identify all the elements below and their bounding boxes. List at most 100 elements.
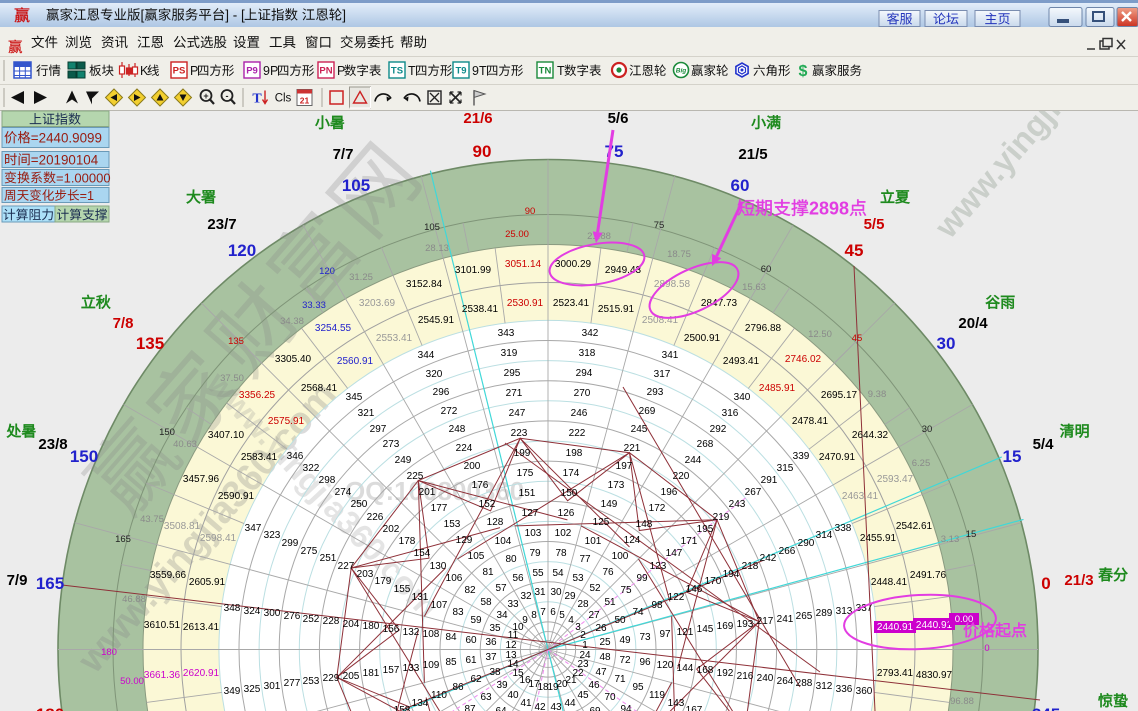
- svg-text:62: 62: [470, 674, 482, 685]
- svg-text:3457.96: 3457.96: [183, 474, 220, 485]
- svg-text:178: 178: [399, 536, 416, 547]
- svg-text:69: 69: [589, 706, 601, 711]
- svg-text:242: 242: [760, 553, 777, 564]
- svg-text:49: 49: [619, 635, 631, 646]
- svg-text:297: 297: [370, 424, 387, 435]
- svg-text:T9: T9: [455, 66, 466, 77]
- svg-text:104: 104: [495, 536, 512, 547]
- svg-text:96: 96: [639, 657, 651, 668]
- svg-text:TS: TS: [391, 66, 403, 77]
- svg-text:Big: Big: [676, 68, 687, 75]
- svg-text:37: 37: [485, 652, 497, 663]
- svg-text:346: 346: [287, 451, 304, 462]
- svg-text:194: 194: [723, 569, 740, 580]
- svg-text:21/6: 21/6: [463, 110, 492, 127]
- svg-text:9P: 9P: [263, 64, 278, 78]
- svg-text:2: 2: [580, 630, 586, 641]
- svg-text:320: 320: [426, 369, 443, 380]
- svg-text:8: 8: [531, 610, 537, 621]
- svg-text:227: 227: [338, 561, 355, 572]
- svg-text:179: 179: [375, 576, 392, 587]
- svg-text:341: 341: [662, 350, 679, 361]
- svg-text:218: 218: [742, 561, 759, 572]
- svg-text:2746.02: 2746.02: [785, 354, 822, 365]
- svg-text:T: T: [408, 64, 416, 78]
- svg-text:181: 181: [363, 668, 380, 679]
- svg-text:318: 318: [579, 348, 596, 359]
- svg-text:275: 275: [301, 546, 318, 557]
- svg-text:4: 4: [568, 615, 574, 626]
- svg-text:2613.41: 2613.41: [183, 622, 220, 633]
- svg-text:290: 290: [798, 538, 815, 549]
- svg-text:77: 77: [579, 554, 591, 565]
- svg-text:34: 34: [496, 610, 508, 621]
- svg-text:107: 107: [431, 600, 448, 611]
- svg-text:2560.91: 2560.91: [337, 356, 374, 367]
- svg-text:316: 316: [722, 408, 739, 419]
- svg-text:120: 120: [657, 660, 674, 671]
- svg-text:217: 217: [757, 616, 774, 627]
- svg-text:6.25: 6.25: [912, 458, 931, 469]
- svg-text:2583.41: 2583.41: [241, 452, 278, 463]
- svg-text:108: 108: [423, 629, 440, 640]
- svg-text:322: 322: [303, 463, 320, 474]
- svg-text:345: 345: [346, 392, 363, 403]
- svg-text:128: 128: [487, 517, 504, 528]
- svg-text:360: 360: [856, 686, 873, 697]
- svg-text:158: 158: [394, 705, 411, 711]
- svg-text:105: 105: [424, 222, 440, 233]
- svg-text:131: 131: [412, 592, 429, 603]
- svg-text:124: 124: [624, 535, 641, 546]
- svg-text:30: 30: [922, 424, 933, 435]
- svg-text:15.63: 15.63: [742, 282, 766, 293]
- svg-text:201: 201: [419, 487, 436, 498]
- svg-text:129: 129: [456, 535, 473, 546]
- svg-text:2796.88: 2796.88: [745, 323, 782, 334]
- svg-text:2493.41: 2493.41: [723, 356, 760, 367]
- svg-text:135: 135: [136, 334, 164, 353]
- svg-text:39: 39: [496, 680, 508, 691]
- svg-text:71: 71: [614, 674, 626, 685]
- svg-text:105: 105: [468, 551, 485, 562]
- svg-text:20/4: 20/4: [958, 315, 988, 332]
- svg-text:336: 336: [836, 684, 853, 695]
- svg-text:132: 132: [403, 627, 420, 638]
- svg-text:296: 296: [433, 387, 450, 398]
- svg-text:61: 61: [465, 655, 477, 666]
- svg-text:156: 156: [383, 624, 400, 635]
- svg-text:172: 172: [649, 503, 666, 514]
- svg-text:165: 165: [115, 534, 131, 545]
- svg-text:28: 28: [577, 599, 589, 610]
- svg-text:277: 277: [284, 678, 301, 689]
- svg-text:180: 180: [101, 647, 117, 658]
- svg-text:94: 94: [620, 704, 632, 711]
- svg-text:170: 170: [705, 576, 722, 587]
- svg-text:269: 269: [639, 406, 656, 417]
- svg-text:224: 224: [456, 443, 473, 454]
- svg-text:344: 344: [418, 350, 435, 361]
- svg-text:3.13: 3.13: [941, 534, 960, 545]
- svg-text:338: 338: [835, 523, 852, 534]
- svg-text:18.75: 18.75: [667, 249, 691, 260]
- svg-text:32: 32: [520, 591, 532, 602]
- svg-text:=20190104: =20190104: [31, 152, 99, 167]
- svg-text:223: 223: [511, 428, 528, 439]
- svg-text:274: 274: [335, 487, 352, 498]
- svg-text:123: 123: [650, 561, 667, 572]
- svg-text:222: 222: [569, 428, 586, 439]
- svg-text:151: 151: [519, 488, 536, 499]
- svg-text:52: 52: [589, 583, 601, 594]
- svg-text:149: 149: [601, 499, 618, 510]
- svg-text:288: 288: [796, 678, 813, 689]
- svg-text:102: 102: [555, 528, 572, 539]
- svg-text:193: 193: [737, 619, 754, 630]
- svg-text:98: 98: [651, 600, 663, 611]
- svg-text:219: 219: [713, 512, 730, 523]
- svg-text:265: 265: [796, 611, 813, 622]
- svg-text:294: 294: [576, 368, 593, 379]
- svg-text:30: 30: [550, 587, 562, 598]
- svg-text:199: 199: [514, 448, 531, 459]
- svg-text:2568.41: 2568.41: [301, 383, 338, 394]
- svg-text:299: 299: [282, 538, 299, 549]
- svg-text:36: 36: [485, 637, 497, 648]
